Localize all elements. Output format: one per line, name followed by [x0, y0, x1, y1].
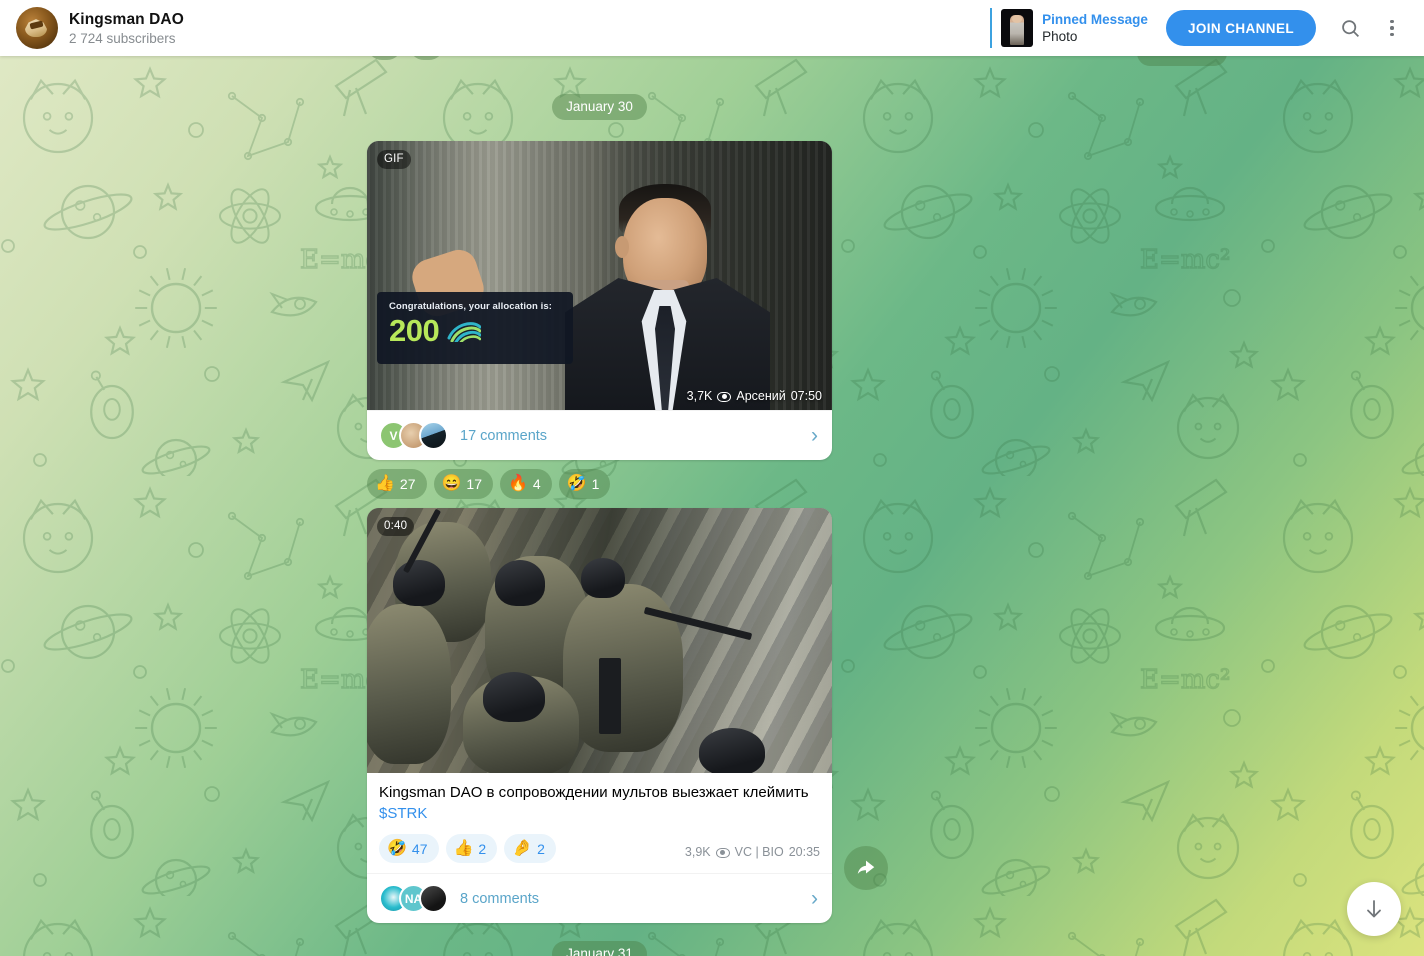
allocation-overlay: Congratulations, your allocation is: 200	[377, 292, 573, 364]
message-video-strk[interactable]: 0:40 Kingsman DAO в сопровождении мульто…	[367, 508, 832, 923]
pinned-message[interactable]: Pinned Message Photo	[990, 8, 1148, 48]
reaction-emoji: 🤣	[387, 839, 407, 857]
reaction-thumbsup[interactable]: 👍 27	[367, 469, 427, 499]
comments-count-label: 17 comments	[460, 427, 548, 444]
video-media[interactable]: 0:40	[367, 508, 832, 773]
video-figure	[367, 604, 451, 764]
helmet-shape	[581, 558, 625, 598]
video-figure	[563, 584, 683, 752]
message-time: 07:50	[790, 389, 822, 403]
message-column: January 30 Congratulations, your allocat…	[367, 56, 888, 956]
reaction-rofl[interactable]: 🤣 47	[379, 834, 439, 863]
view-count: 3,7K	[686, 389, 713, 403]
eye-icon	[715, 847, 730, 858]
comment-avatars: NA	[379, 884, 448, 913]
reaction-count: 17	[466, 476, 482, 492]
date-pill-label: January 31	[552, 941, 647, 956]
more-vertical-icon[interactable]	[1372, 8, 1412, 48]
gif-meta: 3,7K Арсений 07:50	[687, 389, 822, 404]
message-footer: 🤣 47 👍 2 🤌 2 3,9K VC | BIO 20:35	[367, 824, 832, 873]
message-author: Арсений	[736, 389, 786, 403]
reaction-fire[interactable]: 🔥 4	[500, 469, 552, 499]
reaction-emoji: 👍	[453, 839, 474, 857]
gif-badge: GIF	[377, 150, 411, 169]
reaction-grin[interactable]: 😄 17	[433, 469, 493, 499]
date-separator-jan31: January 31	[367, 941, 832, 956]
reaction-count: 1	[591, 476, 600, 492]
cashtag-link[interactable]: $STRK	[379, 805, 427, 822]
channel-avatar[interactable]	[16, 7, 58, 49]
reaction-pinched-fingers[interactable]: 🤌 2	[504, 834, 556, 863]
gif-media[interactable]: Congratulations, your allocation is: 200	[367, 141, 832, 410]
video-duration-badge: 0:40	[377, 517, 415, 536]
channel-info[interactable]: Kingsman DAO 2 724 subscribers	[69, 10, 184, 47]
pinned-label: Pinned Message	[1042, 12, 1148, 27]
rifle-shape	[599, 658, 621, 734]
helmet-shape	[483, 672, 545, 722]
reaction-rofl[interactable]: 🤣 1	[558, 469, 611, 499]
starknet-logo-icon	[447, 316, 482, 346]
reaction-emoji: 🔥	[508, 475, 528, 492]
comments-bar[interactable]: V 17 comments ›	[367, 410, 832, 460]
helmet-shape	[393, 560, 445, 606]
avatar	[419, 884, 448, 913]
helmet-shape	[699, 728, 765, 773]
avatar	[419, 421, 448, 450]
scroll-to-bottom-button[interactable]	[1347, 882, 1401, 936]
comments-bar[interactable]: NA 8 comments ›	[367, 873, 832, 923]
helmet-shape	[495, 560, 545, 606]
join-channel-button[interactable]: JOIN CHANNEL	[1165, 10, 1316, 46]
message-text-body: Kingsman DAO в сопровождении мультов вые…	[379, 784, 809, 801]
reaction-count: 47	[411, 840, 428, 857]
reaction-emoji: 🤣	[566, 475, 587, 492]
reaction-thumbsup[interactable]: 👍 2	[445, 834, 498, 863]
reaction-emoji: 👍	[375, 475, 395, 492]
chevron-right-icon: ›	[811, 887, 818, 910]
chat-scroll-area[interactable]: ❤️ 😊 January 30	[0, 56, 1424, 956]
date-pill-label: January 30	[552, 94, 647, 120]
chevron-right-icon: ›	[811, 424, 818, 447]
channel-header: Kingsman DAO 2 724 subscribers Pinned Me…	[0, 0, 1424, 56]
allocation-value: 200	[389, 313, 440, 348]
message-time: 20:35	[788, 845, 820, 859]
message-author: VC | BIO	[734, 845, 784, 859]
forward-button[interactable]	[844, 846, 888, 890]
channel-title: Kingsman DAO	[69, 10, 184, 28]
date-separator-jan30: January 30	[367, 94, 832, 120]
comments-count-label: 8 comments	[460, 890, 539, 907]
pinned-thumbnail	[1001, 9, 1034, 47]
gif-subject-figure	[407, 158, 770, 410]
reaction-count: 27	[399, 476, 416, 492]
view-count: 3,9K	[684, 845, 711, 859]
message-gif-allocation[interactable]: Congratulations, your allocation is: 200	[367, 141, 832, 460]
reaction-count: 2	[537, 840, 545, 857]
partial-pill-right	[1137, 56, 1227, 66]
search-icon[interactable]	[1330, 8, 1370, 48]
message-text: Kingsman DAO в сопровождении мультов вые…	[367, 773, 832, 824]
reaction-count: 2	[478, 840, 487, 857]
reaction-count: 4	[532, 476, 541, 492]
reaction-emoji: 🤌	[512, 839, 533, 857]
reactions-video: 🤣 47 👍 2 🤌 2	[379, 834, 556, 863]
channel-subscribers: 2 724 subscribers	[69, 30, 176, 46]
reaction-emoji: 😄	[441, 475, 462, 492]
eye-icon	[717, 391, 732, 402]
allocation-caption: Congratulations, your allocation is:	[389, 301, 553, 312]
reactions-gif: 👍 27 😄 17 🔥 4 🤣 1	[367, 469, 832, 499]
video-meta: 3,9K VC | BIO 20:35	[685, 845, 820, 863]
comment-avatars: V	[379, 421, 448, 450]
pinned-type: Photo	[1042, 29, 1078, 44]
telegram-channel-view: Kingsman DAO 2 724 subscribers Pinned Me…	[0, 0, 1424, 956]
